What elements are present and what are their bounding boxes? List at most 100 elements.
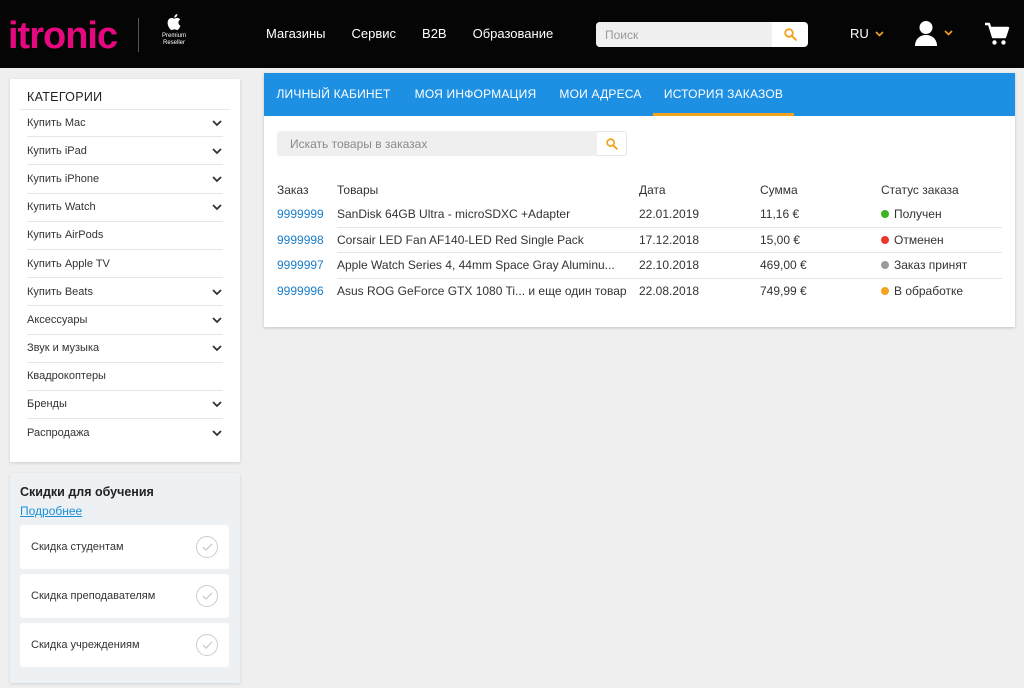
language-label: RU: [850, 26, 869, 41]
discount-label: Скидка учреждениям: [31, 639, 140, 651]
order-id-link[interactable]: 9999998: [277, 228, 324, 253]
user-menu[interactable]: [914, 20, 953, 46]
category-item[interactable]: Купить Apple TV: [27, 250, 223, 279]
category-item[interactable]: Звук и музыка: [27, 335, 223, 363]
category-item[interactable]: Купить iPhone: [27, 165, 223, 194]
discounts-more-link[interactable]: Подробнее: [20, 504, 82, 518]
category-label: Купить Watch: [27, 201, 96, 214]
category-item[interactable]: Квадрокоптеры: [27, 363, 223, 391]
category-label: Купить iPad: [27, 144, 87, 157]
status-label: Отменен: [894, 232, 944, 247]
order-date: 17.12.2018: [639, 232, 700, 247]
discount-teachers[interactable]: Скидка преподавателям: [20, 574, 229, 618]
category-item[interactable]: Бренды: [27, 391, 223, 420]
itronic-logo[interactable]: itronic Premium Reseller: [8, 14, 186, 57]
order-id-link[interactable]: 9999997: [277, 253, 324, 278]
apple-icon: [167, 14, 181, 30]
tab-personal-account[interactable]: ЛИЧНЫЙ КАБИНЕТ: [264, 73, 403, 116]
column-header-items: Товары: [337, 183, 379, 197]
column-header-date: Дата: [639, 183, 666, 197]
order-items: Corsair LED Fan AF140-LED Red Single Pac…: [337, 232, 584, 247]
tab-order-history[interactable]: ИСТОРИЯ ЗАКАЗОВ: [653, 73, 794, 116]
chevron-down-icon[interactable]: [211, 398, 223, 410]
language-selector[interactable]: RU: [850, 26, 884, 41]
order-id-link[interactable]: 9999999: [277, 202, 324, 227]
status-dot-icon: [881, 261, 889, 269]
order-items: SanDisk 64GB Ultra - microSDXC +Adapter: [337, 207, 571, 221]
account-panel: ЛИЧНЫЙ КАБИНЕТ МОЯ ИНФОРМАЦИЯ МОИ АДРЕСА…: [264, 73, 1015, 327]
category-item[interactable]: Купить Watch: [27, 194, 223, 222]
nav-education[interactable]: Образование: [473, 26, 554, 41]
discount-label: Скидка преподавателям: [31, 590, 156, 602]
chevron-down-icon[interactable]: [211, 117, 223, 129]
tab-my-addresses[interactable]: МОИ АДРЕСА: [548, 73, 653, 116]
order-items: Asus ROG GeForce GTX 1080 Ti... и еще од…: [337, 283, 627, 298]
category-label: Купить iPhone: [27, 172, 100, 185]
header-search-button[interactable]: [772, 22, 808, 47]
order-row[interactable]: 9999996 Asus ROG GeForce GTX 1080 Ti... и…: [277, 279, 1002, 305]
education-discounts-panel: Скидки для обучения Подробнее Скидка сту…: [10, 473, 240, 683]
order-search: [277, 131, 627, 156]
nav-service[interactable]: Сервис: [352, 26, 397, 41]
nav-stores[interactable]: Магазины: [266, 26, 326, 41]
order-row[interactable]: 9999998 Corsair LED Fan AF140-LED Red Sin…: [277, 228, 1002, 253]
order-status: Заказ принят: [881, 253, 967, 278]
chevron-down-icon[interactable]: [211, 145, 223, 157]
order-status: В обработке: [881, 279, 963, 304]
reseller-line-1: Premium: [161, 33, 186, 39]
category-item[interactable]: Купить Mac: [27, 109, 223, 138]
order-id-link[interactable]: 9999996: [277, 279, 324, 304]
order-items: Apple Watch Series 4, 44mm Space Gray Al…: [337, 258, 615, 272]
chevron-down-icon[interactable]: [211, 173, 223, 185]
tab-my-information[interactable]: МОЯ ИНФОРМАЦИЯ: [403, 73, 548, 116]
order-search-input[interactable]: [277, 131, 597, 156]
check-circle-icon: [196, 585, 218, 607]
order-date: 22.08.2018: [639, 283, 700, 298]
order-search-button[interactable]: [597, 131, 627, 156]
chevron-down-icon: [875, 30, 884, 37]
category-item[interactable]: Аксессуары: [27, 306, 223, 335]
search-icon: [783, 28, 797, 41]
category-item[interactable]: Распродажа: [27, 419, 223, 447]
chevron-down-icon[interactable]: [211, 314, 223, 326]
order-row[interactable]: 9999999 SanDisk 64GB Ultra - microSDXC +A…: [277, 202, 1002, 228]
logo-text: itronic: [8, 15, 118, 57]
category-list: Купить Mac Купить iPad Купить iPhone Купить…: [27, 109, 223, 447]
apple-premium-reseller-badge: Premium Reseller: [154, 14, 194, 47]
header-search-input[interactable]: [596, 22, 772, 47]
status-dot-icon: [881, 286, 889, 295]
main-nav: Магазины Сервис B2B Образование: [266, 26, 579, 41]
category-item[interactable]: Купить iPad: [27, 137, 223, 166]
chevron-down-icon[interactable]: [211, 342, 223, 354]
cart-button[interactable]: [984, 22, 1010, 51]
header-search: [596, 22, 808, 47]
order-row[interactable]: 9999997 Apple Watch Series 4, 44mm Space …: [277, 253, 1002, 279]
categories-title: КАТЕГОРИИ: [27, 90, 103, 104]
category-label: Купить AirPods: [27, 229, 104, 242]
category-label: Бренды: [27, 398, 67, 411]
category-label: Купить Beats: [27, 285, 93, 298]
chevron-down-icon[interactable]: [211, 286, 223, 298]
order-sum: 15,00 €: [760, 232, 801, 247]
chevron-down-icon[interactable]: [211, 427, 223, 439]
status-dot-icon: [881, 210, 889, 218]
category-label: Распродажа: [27, 427, 90, 440]
discount-institutions[interactable]: Скидка учреждениям: [20, 623, 229, 667]
check-circle-icon: [196, 634, 218, 656]
user-icon: [915, 21, 937, 46]
chevron-down-icon[interactable]: [211, 201, 223, 213]
column-header-sum: Сумма: [760, 183, 798, 197]
status-label: Получен: [894, 207, 942, 221]
check-circle-icon: [196, 536, 218, 558]
nav-b2b[interactable]: B2B: [422, 26, 447, 41]
status-label: Заказ принят: [894, 258, 968, 272]
order-date: 22.10.2018: [639, 258, 700, 272]
category-label: Звук и музыка: [27, 342, 100, 355]
order-sum: 749,99 €: [760, 283, 807, 298]
category-item[interactable]: Купить Beats: [27, 278, 223, 307]
category-label: Аксессуары: [27, 313, 88, 326]
order-status: Отменен: [881, 228, 944, 253]
discounts-title: Скидки для обучения: [20, 485, 154, 499]
category-item[interactable]: Купить AirPods: [27, 222, 223, 250]
discount-students[interactable]: Скидка студентам: [20, 525, 229, 569]
